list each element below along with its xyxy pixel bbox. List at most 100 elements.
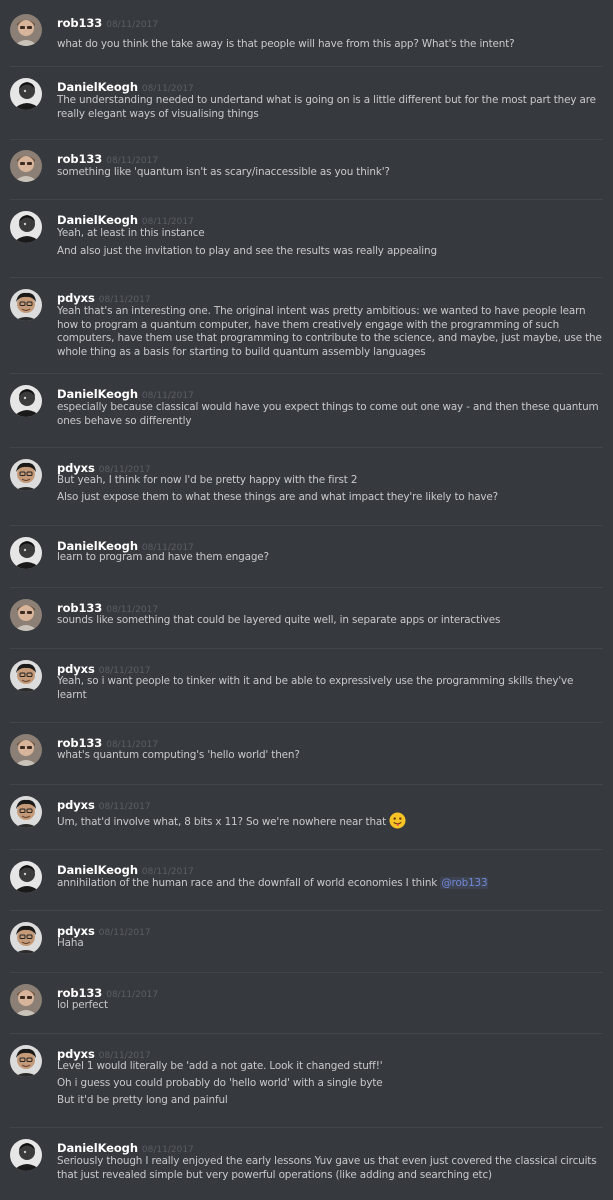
- message-text-content: what's quantum computing's 'hello world'…: [57, 749, 300, 761]
- message-text-content: Yeah that's an interesting one. The orig…: [57, 305, 602, 358]
- message-text-content: But yeah, I think for now I'd be pretty …: [57, 474, 358, 486]
- message-text-content: Yeah, so i want people to tinker with it…: [57, 675, 574, 701]
- message-text: lol perfect: [57, 999, 602, 1013]
- tongue-out-emoji: [389, 812, 406, 834]
- message-text: what do you think the take away is that …: [57, 38, 602, 52]
- message-text-content: But it'd be pretty long and painful: [57, 1094, 228, 1106]
- author-name[interactable]: DanielKeogh: [57, 1141, 138, 1155]
- author-name[interactable]: pdyxs: [57, 924, 95, 938]
- danielkeogh-avatar[interactable]: [10, 211, 42, 243]
- message-text-content: The understanding needed to undertand wh…: [57, 94, 596, 120]
- user-mention[interactable]: @rob133: [440, 877, 489, 889]
- message-text: The understanding needed to undertand wh…: [57, 94, 602, 121]
- message-divider: [10, 587, 603, 588]
- message-divider: [10, 722, 603, 723]
- message-text: something like 'quantum isn't as scary/i…: [57, 166, 602, 180]
- danielkeogh-avatar[interactable]: [10, 537, 42, 569]
- message-header: pdyxs 08/11/2017: [57, 920, 151, 938]
- message-text: Also just expose them to what these thin…: [57, 491, 602, 505]
- message-timestamp: 08/11/2017: [106, 20, 159, 30]
- author-name[interactable]: DanielKeogh: [57, 863, 138, 877]
- author-name[interactable]: DanielKeogh: [57, 80, 138, 94]
- message-header: DanielKeogh 08/11/2017: [57, 209, 194, 227]
- message-divider: [10, 784, 603, 785]
- rob133-avatar[interactable]: [10, 599, 42, 631]
- message-text: Seriously though I really enjoyed the ea…: [57, 1155, 602, 1182]
- message-timestamp: 08/11/2017: [106, 156, 159, 166]
- message-divider: [10, 972, 603, 973]
- message-header: pdyxs 08/11/2017: [57, 457, 151, 475]
- message-text-content: Also just expose them to what these thin…: [57, 491, 499, 503]
- message-text: Um, that'd involve what, 8 bits x 11? So…: [57, 812, 602, 834]
- message-text-content: Seriously though I really enjoyed the ea…: [57, 1155, 597, 1181]
- message-text-content: something like 'quantum isn't as scary/i…: [57, 166, 390, 178]
- pdyxs-avatar[interactable]: [10, 459, 42, 491]
- message-divider: [10, 277, 603, 278]
- message-text-content: sounds like something that could be laye…: [57, 614, 501, 626]
- author-name[interactable]: DanielKeogh: [57, 387, 138, 401]
- message-divider: [10, 66, 603, 67]
- message-text: especially because classical would have …: [57, 401, 602, 428]
- author-name[interactable]: rob133: [57, 16, 102, 30]
- chat-message-list: rob133 08/11/2017 what do you think the ta…: [0, 0, 613, 1200]
- message-timestamp: 08/11/2017: [141, 867, 194, 877]
- author-name[interactable]: pdyxs: [57, 291, 95, 305]
- message-divider: [10, 910, 603, 911]
- message-header: DanielKeogh 08/11/2017: [57, 535, 194, 553]
- message-text-content: Yeah, at least in this instance: [57, 227, 205, 239]
- message-header: pdyxs 08/11/2017: [57, 1043, 151, 1061]
- author-name[interactable]: DanielKeogh: [57, 213, 138, 227]
- message-text: Haha: [57, 937, 602, 951]
- pdyxs-avatar[interactable]: [10, 922, 42, 954]
- author-name[interactable]: rob133: [57, 986, 102, 1000]
- message-header: rob133 08/11/2017: [57, 732, 158, 750]
- message-header: DanielKeogh 08/11/2017: [57, 383, 194, 401]
- author-name[interactable]: pdyxs: [57, 798, 95, 812]
- message-text-content: annihilation of the human race and the d…: [57, 877, 438, 889]
- author-name[interactable]: rob133: [57, 601, 102, 615]
- message-header: pdyxs 08/11/2017: [57, 658, 151, 676]
- danielkeogh-avatar[interactable]: [10, 1139, 42, 1171]
- rob133-avatar[interactable]: [10, 150, 42, 182]
- message-header: rob133 08/11/2017: [57, 148, 159, 166]
- pdyxs-avatar[interactable]: [10, 660, 42, 692]
- message-timestamp: 08/11/2017: [141, 84, 194, 94]
- author-name[interactable]: rob133: [57, 152, 102, 166]
- message-text: Yeah, so i want people to tinker with it…: [57, 675, 602, 702]
- message-text-content: Um, that'd involve what, 8 bits x 11? So…: [57, 816, 387, 828]
- danielkeogh-avatar[interactable]: [10, 385, 42, 417]
- message-text: Yeah that's an interesting one. The orig…: [57, 305, 602, 359]
- message-text-content: what do you think the take away is that …: [57, 38, 515, 50]
- message-divider: [10, 139, 603, 140]
- danielkeogh-avatar[interactable]: [10, 78, 42, 110]
- message-timestamp: 08/11/2017: [141, 217, 194, 227]
- author-name[interactable]: pdyxs: [57, 461, 95, 475]
- author-name[interactable]: pdyxs: [57, 1047, 95, 1061]
- message-timestamp: 08/11/2017: [98, 295, 151, 305]
- message-text-content: And also just the invitation to play and…: [57, 245, 437, 257]
- pdyxs-avatar[interactable]: [10, 1045, 42, 1077]
- message-header: pdyxs 08/11/2017: [57, 794, 151, 812]
- message-header: rob133 08/11/2017: [57, 982, 158, 1000]
- message-text-content: Haha: [57, 937, 84, 949]
- author-name[interactable]: rob133: [57, 736, 102, 750]
- message-divider: [10, 447, 603, 448]
- message-header: DanielKeogh 08/11/2017: [57, 859, 194, 877]
- message-text: sounds like something that could be laye…: [57, 614, 602, 628]
- message-text: But yeah, I think for now I'd be pretty …: [57, 474, 602, 488]
- message-timestamp: 08/11/2017: [98, 802, 151, 812]
- pdyxs-avatar[interactable]: [10, 289, 42, 321]
- author-name[interactable]: pdyxs: [57, 662, 95, 676]
- message-divider: [10, 525, 603, 526]
- rob133-avatar[interactable]: [10, 14, 42, 46]
- message-text: And also just the invitation to play and…: [57, 245, 602, 259]
- message-text: annihilation of the human race and the d…: [57, 877, 602, 891]
- rob133-avatar[interactable]: [10, 734, 42, 766]
- pdyxs-avatar[interactable]: [10, 796, 42, 828]
- danielkeogh-avatar[interactable]: [10, 861, 42, 893]
- message-divider: [10, 373, 603, 374]
- message-text: Oh i guess you could probably do 'hello …: [57, 1077, 602, 1091]
- message-text: what's quantum computing's 'hello world'…: [57, 749, 602, 763]
- rob133-avatar[interactable]: [10, 984, 42, 1016]
- message-text: Level 1 would literally be 'add a not ga…: [57, 1060, 602, 1074]
